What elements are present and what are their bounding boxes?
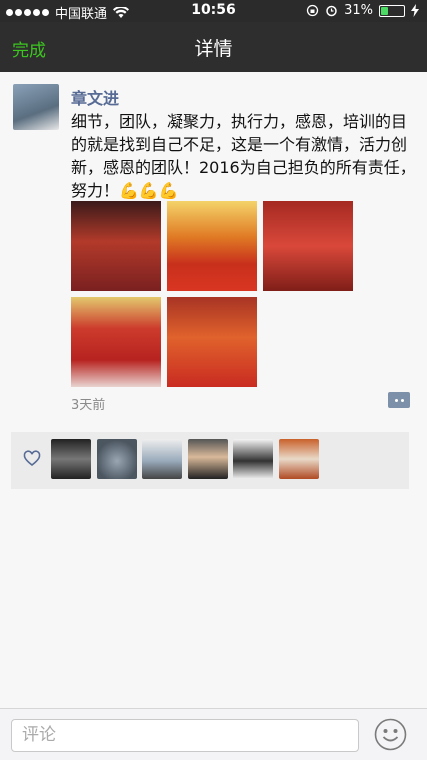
post-text: 细节，团队，凝聚力，执行力，感恩，培训的目的就是找到自己不足，这是一个有激情，活… <box>71 112 416 200</box>
nav-bar: 完成 详情 <box>0 22 427 72</box>
post-time: 3天前 <box>71 398 106 413</box>
rotation-lock-icon <box>306 4 319 17</box>
moment-post: 章文进 细节，团队，凝聚力，执行力，感恩，培训的目的就是找到自己不足，这是一个有… <box>0 72 427 708</box>
liker-avatar[interactable] <box>233 439 273 479</box>
emoji-icon[interactable] <box>374 718 407 751</box>
comment-icon[interactable] <box>388 392 410 408</box>
charging-icon <box>411 4 419 17</box>
alarm-icon <box>326 5 337 17</box>
post-photo[interactable] <box>263 201 353 291</box>
author-name[interactable]: 章文进 <box>71 85 119 109</box>
comment-bar: 评论 <box>0 708 427 760</box>
heart-icon <box>23 450 41 467</box>
battery-label: 31% <box>344 3 373 18</box>
post-photo[interactable] <box>71 201 161 291</box>
liker-avatar[interactable] <box>51 439 91 479</box>
likes-panel <box>11 432 409 489</box>
liker-avatar[interactable] <box>142 439 182 479</box>
battery-icon <box>379 4 405 17</box>
post-photo[interactable] <box>71 297 161 387</box>
comment-input[interactable]: 评论 <box>11 719 359 752</box>
avatar[interactable] <box>13 84 59 130</box>
liker-avatar[interactable] <box>279 439 319 479</box>
post-photo[interactable] <box>167 201 257 291</box>
status-bar: 中国联通 10:56 31% <box>0 0 427 22</box>
liker-avatar[interactable] <box>97 439 137 479</box>
liker-avatar[interactable] <box>188 439 228 479</box>
status-right: 31% <box>306 3 419 18</box>
post-photo[interactable] <box>167 297 257 387</box>
page-title: 详情 <box>194 38 233 60</box>
